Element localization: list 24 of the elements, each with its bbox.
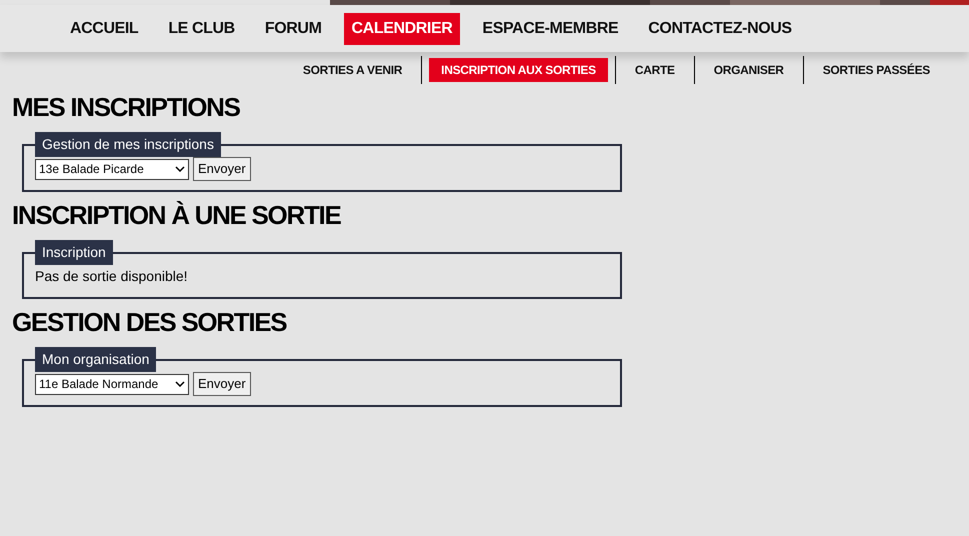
subnav-link[interactable]: CARTE — [622, 58, 687, 82]
nav-link[interactable]: ESPACE-MEMBRE — [474, 12, 626, 44]
chevron-down-icon — [175, 166, 185, 172]
fieldset-legend: Inscription — [35, 240, 113, 265]
subnav-link[interactable]: ORGANISER — [702, 58, 796, 82]
subnav-link[interactable]: SORTIES PASSÉES — [810, 58, 942, 82]
nav-link[interactable]: CALENDRIER — [344, 12, 460, 44]
section-heading: MES INSCRIPTIONS — [12, 91, 241, 124]
select-field[interactable]: 11e Balade Normande — [35, 374, 189, 394]
nav-link[interactable]: FORUM — [256, 12, 330, 44]
nav-link[interactable]: CONTACTEZ-NOUS — [640, 12, 800, 44]
submit-button[interactable]: Envoyer — [193, 372, 251, 396]
section-heading: INSCRIPTION À UNE SORTIE — [12, 199, 342, 232]
submit-button[interactable]: Envoyer — [193, 157, 251, 181]
nav-link[interactable]: LE CLUB — [160, 12, 243, 44]
nav-link[interactable]: ACCUEIL — [62, 12, 146, 44]
chevron-down-icon — [175, 381, 185, 387]
fieldset-legend: Gestion de mes inscriptions — [35, 132, 221, 157]
select-field[interactable]: 13e Balade Picarde — [35, 158, 189, 180]
subnav-link[interactable]: INSCRIPTION AUX SORTIES — [429, 58, 608, 82]
status-message: Pas de sortie disponible! — [35, 267, 189, 286]
fieldset-legend: Mon organisation — [35, 347, 156, 372]
subnav-link[interactable]: SORTIES A VENIR — [290, 58, 414, 82]
section-heading: GESTION DES SORTIES — [12, 306, 288, 339]
